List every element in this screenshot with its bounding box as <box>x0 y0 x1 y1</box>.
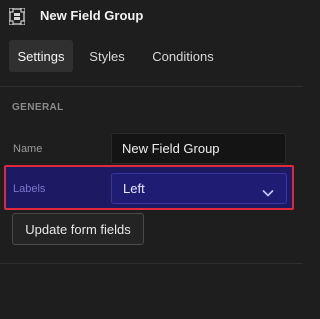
tab-conditions[interactable]: Conditions <box>141 40 225 72</box>
tab-bar: Settings Styles Conditions <box>0 38 303 74</box>
chevron-down-icon <box>262 185 274 197</box>
update-form-fields-button[interactable]: Update form fields <box>12 213 144 245</box>
tab-styles[interactable]: Styles <box>82 40 132 72</box>
field-group-icon <box>8 7 26 26</box>
labels-select-value: Left <box>123 181 145 196</box>
panel-title: New Field Group <box>40 8 144 23</box>
divider <box>0 263 303 264</box>
name-label: Name <box>13 143 43 155</box>
labels-select[interactable]: Left <box>111 173 287 204</box>
section-title-general: GENERAL <box>12 102 64 113</box>
divider <box>0 86 303 87</box>
panel-header: New Field Group <box>0 0 303 34</box>
name-input[interactable]: New Field Group <box>111 133 286 164</box>
tab-settings[interactable]: Settings <box>9 40 73 72</box>
labels-label: Labels <box>13 183 46 195</box>
